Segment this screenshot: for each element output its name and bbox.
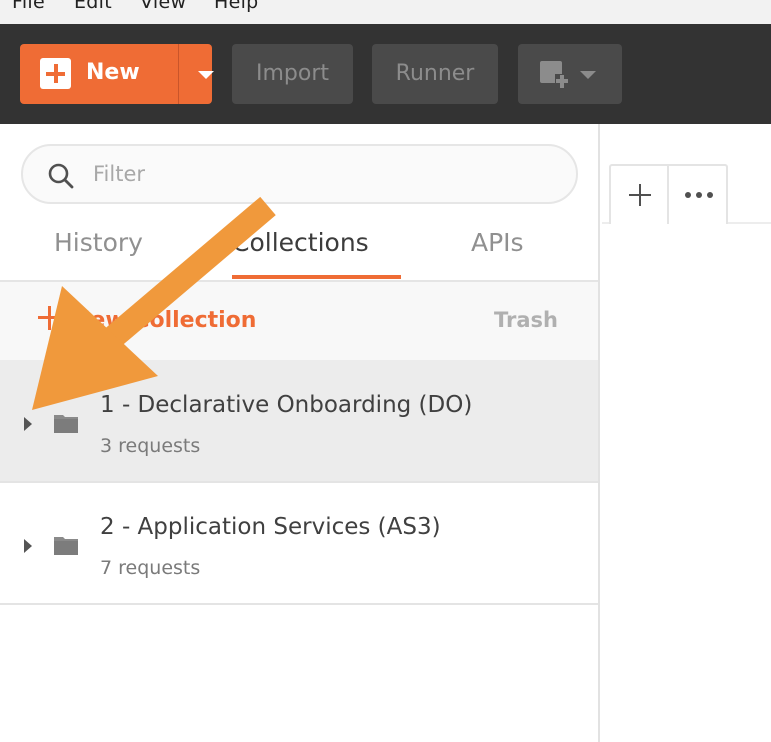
header-toolbar: New Import Runner (0, 24, 771, 124)
folder-icon (54, 537, 78, 555)
tab-collections[interactable]: Collections (232, 228, 369, 257)
more-options-icon[interactable] (671, 166, 728, 224)
chevron-down-icon[interactable] (198, 71, 214, 79)
import-button[interactable]: Import (232, 44, 353, 104)
collection-item[interactable]: 2 - Application Services (AS3) 7 request… (0, 483, 598, 605)
search-icon (48, 163, 74, 189)
new-button[interactable]: New (20, 44, 214, 104)
collection-actions: New Collection Trash (0, 282, 598, 361)
collection-name: 2 - Application Services (AS3) (100, 514, 441, 540)
tab-history[interactable]: History (54, 228, 143, 257)
expand-caret-icon[interactable] (24, 417, 32, 431)
menu-view[interactable]: View (140, 0, 186, 13)
menu-edit[interactable]: Edit (74, 0, 112, 13)
expand-caret-icon[interactable] (24, 539, 32, 553)
main-pane (602, 124, 771, 742)
menu-bar: File Edit View Help (0, 0, 771, 24)
tab-apis[interactable]: APIs (471, 228, 524, 257)
new-button-label: New (86, 60, 140, 85)
runner-button[interactable]: Runner (372, 44, 498, 104)
new-window-icon (540, 61, 569, 88)
new-collection-label: New Collection (72, 308, 257, 333)
new-window-button[interactable] (518, 44, 622, 104)
folder-icon (54, 415, 78, 433)
tab-controls (609, 164, 728, 224)
collection-item[interactable]: 1 - Declarative Onboarding (DO) 3 reques… (0, 361, 598, 483)
menu-help[interactable]: Help (214, 0, 259, 13)
collection-name: 1 - Declarative Onboarding (DO) (100, 392, 473, 418)
menu-file[interactable]: File (12, 0, 45, 13)
request-tab-bar (602, 124, 771, 224)
trash-link[interactable]: Trash (494, 308, 558, 332)
search-input[interactable] (93, 156, 563, 192)
collection-request-count: 7 requests (100, 557, 201, 579)
new-collection-button[interactable]: New Collection (38, 306, 256, 333)
active-tab-indicator (232, 275, 401, 279)
add-tab-button[interactable] (611, 166, 669, 224)
plus-icon (38, 306, 62, 330)
chevron-down-icon (580, 71, 596, 79)
sidebar: History Collections APIs New Collection … (0, 124, 600, 742)
new-button-divider (178, 44, 179, 104)
plus-icon (40, 58, 71, 89)
sidebar-tabs: History Collections APIs (0, 220, 598, 282)
collection-request-count: 3 requests (100, 435, 201, 457)
search-box (21, 144, 578, 204)
